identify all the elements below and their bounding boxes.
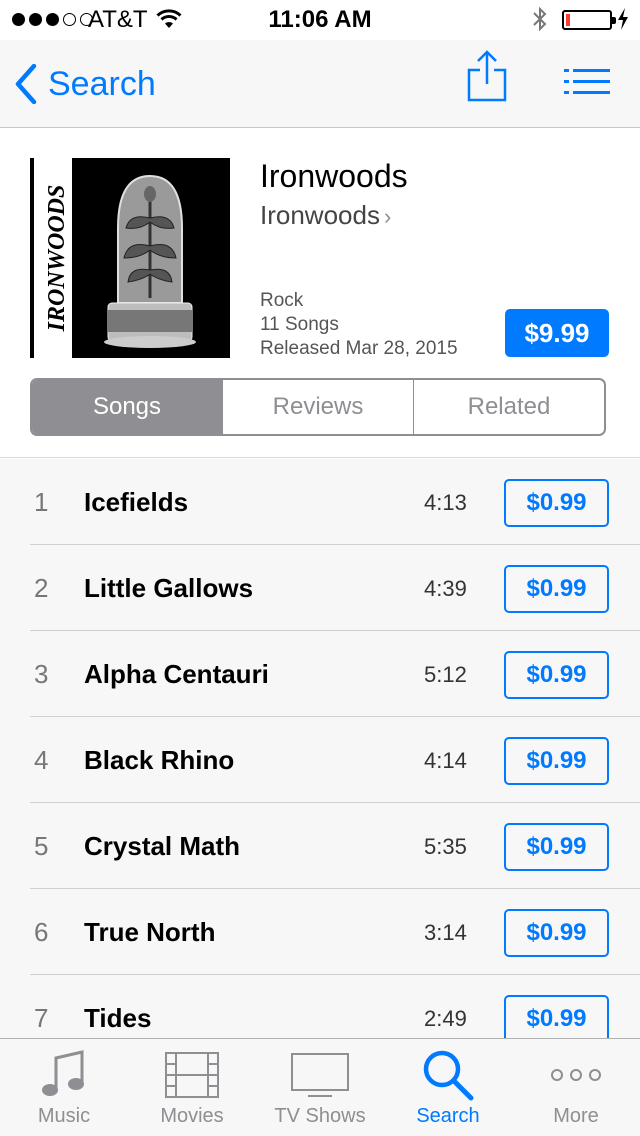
chevron-left-icon [15,64,37,104]
track-number: 6 [34,917,49,947]
track-number: 7 [34,1003,49,1033]
track-row[interactable]: 5 Crystal Math 5:35 $0.99 [0,803,640,889]
track-number: 2 [34,573,49,603]
buy-track-button[interactable]: $0.99 [504,909,609,957]
music-note-icon [42,1039,86,1103]
track-row[interactable]: 2 Little Gallows 4:39 $0.99 [0,545,640,631]
tv-icon [290,1039,350,1103]
more-dots-icon [550,1039,602,1103]
track-duration: 4:14 [424,748,467,773]
tab-tv-shows[interactable]: TV Shows [256,1039,384,1136]
track-list-button[interactable] [564,68,610,101]
tab-movies[interactable]: Movies [128,1039,256,1136]
buy-track-button[interactable]: $0.99 [504,565,609,613]
track-list: 1 Icefields 4:13 $0.99 2 Little Gallows … [0,459,640,1039]
track-title: Little Gallows [84,573,254,603]
track-number: 4 [34,745,49,775]
album-release-date: Released Mar 28, 2015 [260,338,458,359]
track-number: 3 [34,659,49,689]
buy-track-button[interactable]: $0.99 [504,651,609,699]
track-duration: 4:13 [424,490,467,515]
buy-track-button[interactable]: $0.99 [504,823,609,871]
track-duration: 5:35 [424,834,467,859]
chevron-right-icon: › [383,204,392,229]
track-title: Black Rhino [84,745,235,775]
album-song-count: 11 Songs [260,314,339,335]
tab-music[interactable]: Music [0,1039,128,1136]
buy-track-button[interactable]: $0.99 [504,995,609,1039]
track-row[interactable]: 3 Alpha Centauri 5:12 $0.99 [0,631,640,717]
track-row[interactable]: 6 True North 3:14 $0.99 [0,889,640,975]
album-artwork[interactable]: IRONWOODS [30,158,230,358]
track-row[interactable]: 7 Tides 2:49 $0.99 [0,975,640,1039]
tab-more[interactable]: More [512,1039,640,1136]
track-duration: 2:49 [424,1006,467,1031]
track-number: 1 [34,487,49,517]
charging-bolt-icon [616,6,630,39]
track-number: 5 [34,831,49,861]
segment-songs[interactable]: Songs [32,380,223,434]
artist-name: Ironwoods [260,200,380,230]
tab-label: Movies [160,1105,224,1127]
track-duration: 4:39 [424,576,467,601]
list-icon [564,69,610,94]
track-title: Crystal Math [84,831,241,861]
tab-search[interactable]: Search [384,1039,512,1136]
segment-reviews[interactable]: Reviews [223,380,414,434]
back-button[interactable]: Search [14,64,156,104]
tab-label: More [553,1105,599,1127]
segmented-control: Songs Reviews Related [30,378,606,436]
search-icon [421,1039,475,1103]
status-bar: AT&T 11:06 AM [0,0,640,40]
track-title: Tides [84,1003,152,1033]
artist-link[interactable]: Ironwoods › [260,200,391,231]
buy-track-button[interactable]: $0.99 [504,737,609,785]
share-button[interactable] [466,48,508,109]
album-genre: Rock [260,290,304,311]
track-duration: 3:14 [424,920,467,945]
track-duration: 5:12 [424,662,467,687]
tab-label: Search [416,1105,480,1127]
track-row[interactable]: 4 Black Rhino 4:14 $0.99 [0,717,640,803]
album-title: Ironwoods [260,158,408,194]
track-row[interactable]: 1 Icefields 4:13 $0.99 [0,459,640,545]
track-title: Alpha Centauri [84,659,269,689]
buy-album-button[interactable]: $9.99 [505,309,609,357]
navigation-bar: Search [0,40,640,128]
track-title: True North [84,917,216,947]
buy-track-button[interactable]: $0.99 [504,479,609,527]
segment-related[interactable]: Related [414,380,604,434]
album-header: IRONWOODS Ironwoods Ironwoods › Rock 11 S… [0,128,640,458]
track-title: Icefields [84,487,189,517]
tab-label: TV Shows [274,1105,366,1127]
bluetooth-icon [532,6,548,39]
film-strip-icon [165,1039,219,1103]
artwork-text: IRONWOODS [44,185,70,333]
back-button-label: Search [48,64,156,103]
battery-icon [562,10,616,30]
share-icon [467,50,507,102]
tab-bar: Music Movies TV Shows Search More [0,1038,640,1136]
tab-label: Music [37,1105,91,1127]
